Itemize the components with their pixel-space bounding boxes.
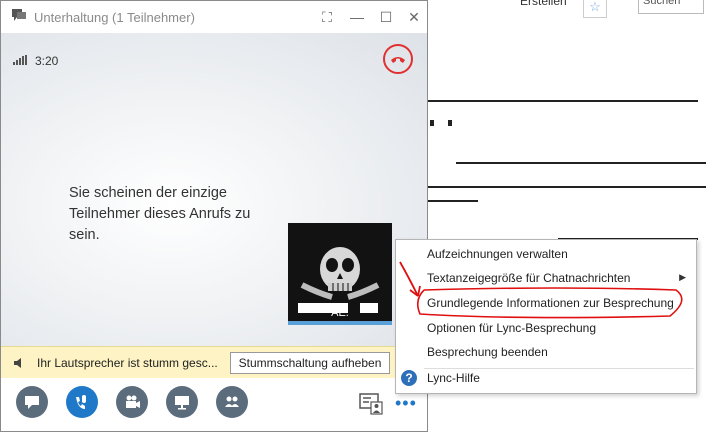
phone-mic-icon [76,395,86,409]
video-camera-icon [126,395,140,408]
fullscreen-icon[interactable]: ⛶ [318,8,336,26]
conversation-view-icon[interactable] [359,393,383,415]
close-button[interactable]: ✕ [405,8,423,26]
maximize-button[interactable]: ☐ [377,8,395,26]
speaker-muted-icon [14,358,21,368]
more-options-menu: Aufzeichnungen verwalten Textanzeigegröß… [395,239,697,394]
menu-item-lync-meeting-options[interactable]: Optionen für Lync-Besprechung [427,321,596,335]
minimize-button[interactable]: — [348,8,366,26]
background-tab[interactable]: Erstellen [520,0,567,8]
menu-item-lync-help[interactable]: Lync-Hilfe [427,371,480,385]
redacted-text-line [428,100,698,102]
participants-button[interactable] [216,386,248,418]
present-button[interactable] [166,386,198,418]
menu-item-manage-recordings[interactable]: Aufzeichnungen verwalten [427,247,568,261]
hangup-button[interactable] [383,44,413,74]
self-name-label: AE. [331,307,349,319]
notice-text: Ihr Lautsprecher ist stumm gesc... [37,356,218,370]
favorite-star-icon[interactable]: ☆ [583,0,607,18]
call-controls: ••• [1,378,427,431]
signal-strength-icon [13,55,27,65]
redacted-text-line [428,200,478,202]
phone-hangup-icon [391,57,405,63]
window-title: Unterhaltung (1 Teilnehmer) [34,10,195,25]
solo-participant-message: Sie scheinen der einzige Teilnehmer dies… [69,185,251,243]
video-button[interactable] [116,386,148,418]
redacted-mark [448,120,452,126]
menu-separator [424,368,694,369]
background-search-input[interactable]: Suchen [638,0,704,14]
conversation-window: Unterhaltung (1 Teilnehmer) ⛶ — ☐ ✕ 3:20… [0,0,428,432]
menu-item-meeting-entry-info[interactable]: Grundlegende Informationen zur Besprechu… [427,296,674,310]
redacted-text-line [428,186,706,188]
menu-item-end-meeting[interactable]: Besprechung beenden [427,345,548,359]
more-options-icon[interactable]: ••• [395,394,417,412]
presentation-icon [175,396,189,410]
self-speaking-bar [288,321,392,325]
participants-icon [225,396,239,407]
redacted-text-line [456,162,706,164]
submenu-arrow-icon: ▶ [679,272,686,282]
conversation-icon [12,9,26,21]
call-timer: 3:20 [35,54,59,68]
chat-icon [25,396,39,409]
unmute-button[interactable]: Stummschaltung aufheben [230,352,390,374]
audio-button[interactable] [66,386,98,418]
chat-button[interactable] [16,386,48,418]
speaker-muted-notice: Ihr Lautsprecher ist stumm gesc... Stumm… [1,346,427,379]
self-video-thumbnail: AE. [288,223,392,325]
help-icon: ? [401,370,417,386]
call-stage: 3:20 Sie scheinen der einzige Teilnehmer… [1,33,427,346]
title-bar: Unterhaltung (1 Teilnehmer) ⛶ — ☐ ✕ [1,1,427,33]
redacted-mark [430,120,434,126]
menu-item-chat-text-size[interactable]: Textanzeigegröße für Chatnachrichten [427,271,630,285]
